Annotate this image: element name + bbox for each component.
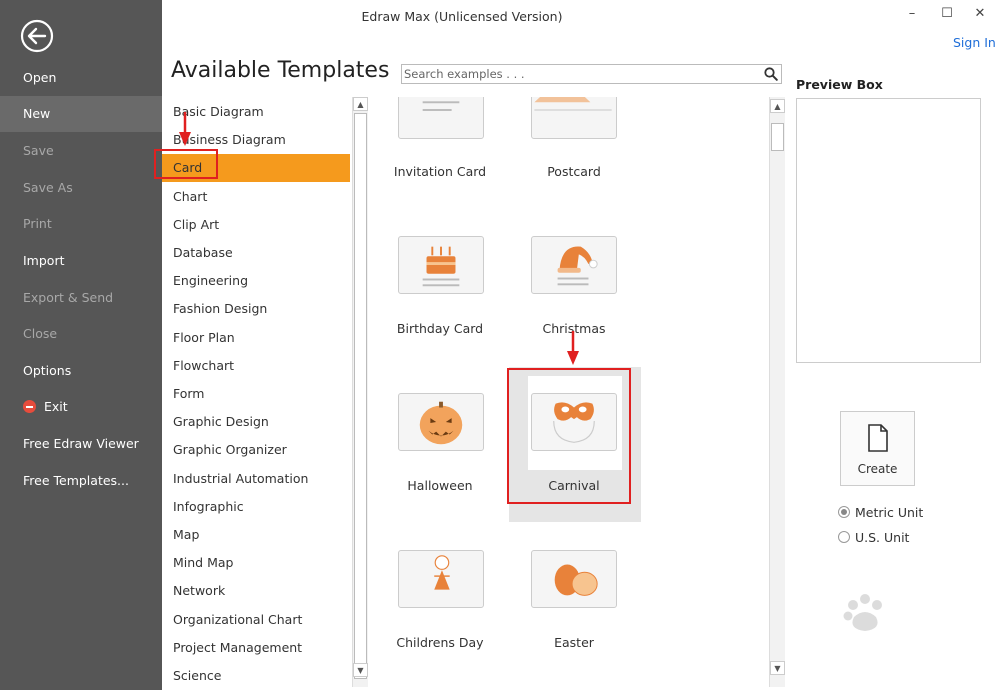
- scroll-thumb[interactable]: [771, 123, 784, 151]
- category-item[interactable]: Mind Map: [162, 549, 350, 577]
- file-menu-item-label: Free Templates...: [23, 473, 129, 488]
- back-arrow-icon[interactable]: [20, 19, 54, 53]
- file-menu-sidebar: Open New Save Save As Print Import Export & Se…: [0, 0, 162, 690]
- postcard-icon: [534, 97, 612, 111]
- scroll-up-icon[interactable]: ▲: [770, 99, 785, 113]
- maximize-button[interactable]: ☐: [935, 4, 959, 24]
- annotation-box-carnival: [507, 368, 631, 504]
- category-item[interactable]: Project Management: [162, 634, 350, 662]
- file-menu-item-label: Options: [23, 363, 72, 378]
- category-item[interactable]: Graphic Organizer: [162, 436, 350, 464]
- category-item[interactable]: Engineering: [162, 267, 350, 295]
- child-icon: [434, 555, 450, 590]
- file-menu-item[interactable]: Export & Send: [0, 280, 162, 316]
- easter-eggs-icon: [554, 564, 598, 596]
- close-window-button[interactable]: ✕: [968, 4, 992, 24]
- santa-hat-icon: [557, 246, 598, 286]
- template-thumbnail[interactable]: [531, 236, 617, 294]
- file-menu-item-label: Import: [23, 253, 65, 268]
- file-menu-item-label: Print: [23, 216, 52, 231]
- template-label[interactable]: Childrens Day: [370, 635, 510, 650]
- template-thumbnail[interactable]: [531, 550, 617, 608]
- birthday-cake-icon: [422, 246, 460, 287]
- radio-unchecked-icon[interactable]: [838, 531, 850, 543]
- pumpkin-icon: [419, 401, 463, 445]
- window-title: Edraw Max (Unlicensed Version): [361, 9, 563, 24]
- new-document-icon: [868, 424, 888, 452]
- file-menu-item-label: Open: [23, 70, 57, 85]
- category-item[interactable]: Form: [162, 380, 350, 408]
- file-menu-item[interactable]: Free Templates...: [0, 463, 162, 499]
- page-title: Available Templates: [171, 58, 390, 83]
- us-unit-radio[interactable]: U.S. Unit: [838, 530, 909, 545]
- create-button[interactable]: Create: [840, 411, 915, 486]
- file-menu-item[interactable]: New: [0, 96, 162, 132]
- template-label[interactable]: Postcard: [504, 164, 644, 179]
- file-menu-item[interactable]: Print: [0, 206, 162, 242]
- file-menu-item-label: Free Edraw Viewer: [23, 436, 139, 451]
- template-thumbnail[interactable]: [398, 97, 484, 139]
- file-menu-item[interactable]: Close: [0, 316, 162, 352]
- scroll-down-icon[interactable]: ▼: [353, 663, 368, 677]
- create-label: Create: [857, 462, 898, 476]
- category-item[interactable]: Fashion Design: [162, 295, 350, 323]
- sign-in-link[interactable]: Sign In: [953, 35, 996, 50]
- preview-box: [796, 98, 981, 363]
- template-thumbnail[interactable]: [398, 236, 484, 294]
- metric-unit-radio[interactable]: Metric Unit: [838, 505, 923, 520]
- category-item[interactable]: Industrial Automation: [162, 465, 350, 493]
- template-thumbnail[interactable]: [398, 550, 484, 608]
- baidu-watermark-icon: [843, 594, 882, 631]
- radio-checked-icon[interactable]: [838, 506, 850, 518]
- category-scrollbar[interactable]: ▲ ▼: [352, 97, 368, 687]
- metric-unit-label: Metric Unit: [855, 505, 924, 520]
- file-menu-item[interactable]: Open: [0, 60, 162, 96]
- file-menu-item[interactable]: Options: [0, 353, 162, 389]
- file-menu-item[interactable]: Exit: [0, 389, 162, 425]
- category-list: Basic Diagram Business Diagram Card Chart Cl…: [162, 97, 352, 687]
- scroll-thumb[interactable]: [354, 113, 367, 679]
- scroll-up-icon[interactable]: ▲: [353, 97, 368, 111]
- file-menu-item[interactable]: Save As: [0, 170, 162, 206]
- category-item[interactable]: Flowchart: [162, 352, 350, 380]
- us-unit-label: U.S. Unit: [855, 530, 910, 545]
- template-thumbnail[interactable]: [398, 393, 484, 451]
- category-item[interactable]: Infographic: [162, 493, 350, 521]
- search-input[interactable]: [404, 66, 754, 82]
- invitation-card-icon: [422, 101, 460, 111]
- annotation-arrow-icon: [179, 112, 191, 146]
- category-item[interactable]: Graphic Design: [162, 408, 350, 436]
- file-menu-item-label: Close: [23, 326, 58, 341]
- file-menu-item-label: Exit: [44, 399, 68, 414]
- template-label[interactable]: Invitation Card: [370, 164, 510, 179]
- search-icon[interactable]: [764, 67, 778, 81]
- exit-icon: [23, 400, 36, 413]
- template-label[interactable]: Halloween: [370, 478, 510, 493]
- annotation-box-card: [154, 149, 218, 179]
- file-menu-item-label: New: [23, 106, 51, 121]
- category-item[interactable]: Science: [162, 662, 350, 687]
- category-item[interactable]: Network: [162, 577, 350, 605]
- template-label[interactable]: Birthday Card: [370, 321, 510, 336]
- category-item[interactable]: Organizational Chart: [162, 606, 350, 634]
- file-menu-item[interactable]: Save: [0, 133, 162, 169]
- template-thumbnail[interactable]: [531, 97, 617, 139]
- annotation-arrow-icon: [567, 331, 579, 365]
- file-menu-item[interactable]: Free Edraw Viewer: [0, 426, 162, 462]
- category-item[interactable]: Map: [162, 521, 350, 549]
- file-menu-item-label: Save As: [23, 180, 73, 195]
- search-box: [401, 64, 782, 84]
- file-menu-item[interactable]: Import: [0, 243, 162, 279]
- file-menu-item-label: Save: [23, 143, 54, 158]
- template-label[interactable]: Easter: [504, 635, 644, 650]
- category-item[interactable]: Chart: [162, 183, 350, 211]
- preview-title: Preview Box: [796, 77, 883, 92]
- category-item[interactable]: Floor Plan: [162, 324, 350, 352]
- category-item[interactable]: Clip Art: [162, 211, 350, 239]
- minimize-button[interactable]: –: [900, 4, 924, 24]
- category-item[interactable]: Database: [162, 239, 350, 267]
- file-menu-item-label: Export & Send: [23, 290, 114, 305]
